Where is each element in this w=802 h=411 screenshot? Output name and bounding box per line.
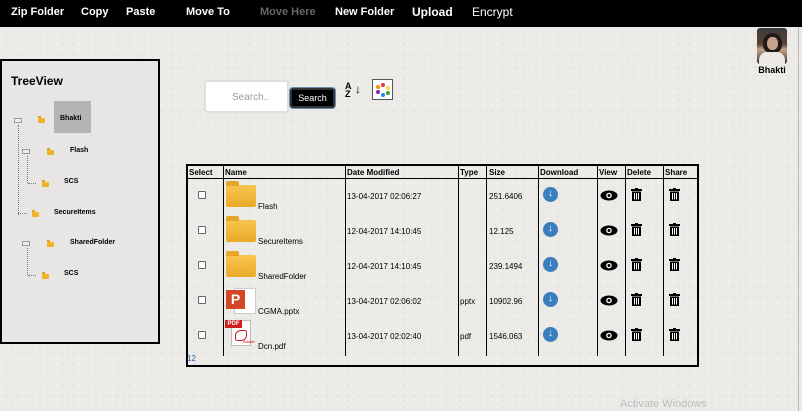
file-size: 12.125 — [489, 227, 514, 236]
copy-button[interactable]: Copy — [81, 6, 109, 18]
file-table: Select Name Date Modified Type Size Down… — [186, 164, 699, 367]
folder-icon — [32, 210, 39, 217]
tree-view-title: TreeView — [11, 74, 63, 88]
header-delete: Delete — [627, 168, 652, 177]
row-checkbox[interactable] — [198, 331, 206, 339]
table-row[interactable]: P CGMA.pptx 13-04-2017 02:06:02 pptx 109… — [188, 284, 697, 319]
share-trash-icon[interactable] — [669, 188, 680, 201]
sort-az-icon[interactable]: AZ ↓ — [345, 82, 361, 99]
table-row[interactable]: SecureItems 12-04-2017 14:10:45 12.125 ↓ — [188, 214, 697, 249]
pptx-file-icon: P — [226, 286, 256, 314]
folder-icon — [47, 240, 54, 247]
share-trash-icon[interactable] — [669, 223, 680, 236]
tree-line — [28, 183, 36, 184]
file-name[interactable]: SharedFolder — [258, 272, 306, 281]
file-size: 239.1494 — [489, 262, 523, 271]
user-name: Bhakti — [758, 65, 786, 75]
tree-line — [28, 275, 36, 276]
tree-line — [27, 156, 28, 183]
encrypt-button[interactable]: Encrypt — [472, 5, 513, 19]
tree-view-panel: TreeView Bhakti Flash SCS SecureItems Sh… — [0, 59, 160, 344]
date-modified: 13-04-2017 02:06:27 — [347, 192, 422, 201]
file-size: 10902.96 — [489, 297, 523, 306]
move-here-button[interactable]: Move Here — [260, 6, 316, 18]
tree-toggle-icon[interactable] — [14, 118, 22, 123]
download-icon[interactable]: ↓ — [543, 222, 558, 237]
download-icon[interactable]: ↓ — [543, 187, 558, 202]
row-checkbox[interactable] — [198, 191, 206, 199]
download-icon[interactable]: ↓ — [543, 327, 558, 342]
header-type[interactable]: Type — [460, 168, 478, 177]
eye-icon[interactable] — [600, 330, 618, 341]
trash-icon[interactable] — [631, 223, 642, 236]
tree-toggle-icon[interactable] — [22, 241, 30, 246]
download-icon[interactable]: ↓ — [543, 292, 558, 307]
file-size: 1546.063 — [489, 332, 523, 341]
share-app-icon[interactable] — [372, 79, 393, 100]
header-share: Share — [665, 168, 688, 177]
folder-icon — [42, 180, 49, 187]
avatar — [757, 28, 787, 64]
trash-icon[interactable] — [631, 293, 642, 306]
folder-icon — [226, 216, 256, 242]
download-icon[interactable]: ↓ — [543, 257, 558, 272]
upload-button[interactable]: Upload — [412, 5, 453, 19]
eye-icon[interactable] — [600, 225, 618, 236]
date-modified: 12-04-2017 14:10:45 — [347, 227, 422, 236]
scrollbar-edge — [798, 27, 799, 411]
search-input[interactable]: Search.. — [205, 81, 288, 112]
folder-icon — [38, 116, 45, 123]
zip-folder-button[interactable]: Zip Folder — [11, 6, 64, 18]
table-row[interactable]: SharedFolder 12-04-2017 14:10:45 239.149… — [188, 249, 697, 284]
tree-line — [18, 213, 27, 214]
paste-button[interactable]: Paste — [126, 6, 155, 18]
trash-icon[interactable] — [631, 328, 642, 341]
trash-icon[interactable] — [631, 188, 642, 201]
user-profile[interactable]: Bhakti — [752, 28, 792, 75]
header-select: Select — [189, 168, 213, 177]
row-checkbox[interactable] — [198, 226, 206, 234]
folder-icon — [42, 272, 49, 279]
tree-line — [27, 248, 28, 275]
share-trash-icon[interactable] — [669, 328, 680, 341]
date-modified: 12-04-2017 14:10:45 — [347, 262, 422, 271]
file-name[interactable]: CGMA.pptx — [258, 307, 299, 316]
folder-icon — [47, 148, 54, 155]
row-checkbox[interactable] — [198, 261, 206, 269]
trash-icon[interactable] — [631, 258, 642, 271]
header-download: Download — [540, 168, 579, 177]
header-view: View — [599, 168, 618, 177]
date-modified: 13-04-2017 02:06:02 — [347, 297, 422, 306]
header-date-modified[interactable]: Date Modified — [347, 168, 399, 177]
new-folder-button[interactable]: New Folder — [335, 6, 394, 18]
file-type: pptx — [460, 297, 476, 306]
file-type: pdf — [460, 332, 472, 341]
file-name[interactable]: Dcn.pdf — [258, 342, 286, 351]
pdf-file-icon: PDF Adobe — [225, 320, 257, 350]
date-modified: 13-04-2017 02:02:40 — [347, 332, 422, 341]
tree-toggle-icon[interactable] — [22, 149, 30, 154]
table-row[interactable]: PDF Adobe Dcn.pdf 13-04-2017 02:02:40 pd… — [188, 319, 697, 354]
file-size: 251.6406 — [489, 192, 523, 201]
activation-watermark: Activate Windows — [620, 398, 707, 410]
row-checkbox[interactable] — [198, 296, 206, 304]
search-button[interactable]: Search — [290, 88, 335, 108]
tree-line — [18, 125, 19, 215]
move-to-button[interactable]: Move To — [186, 6, 230, 18]
folder-icon — [226, 251, 256, 277]
file-name[interactable]: SecureItems — [258, 237, 303, 246]
folder-icon — [226, 181, 256, 207]
share-trash-icon[interactable] — [669, 258, 680, 271]
top-toolbar: Zip Folder Copy Paste Move To Move Here … — [0, 0, 802, 27]
file-name[interactable]: Flash — [258, 202, 278, 211]
header-name[interactable]: Name — [225, 168, 247, 177]
share-trash-icon[interactable] — [669, 293, 680, 306]
eye-icon[interactable] — [600, 190, 618, 201]
eye-icon[interactable] — [600, 260, 618, 271]
header-size[interactable]: Size — [489, 168, 505, 177]
eye-icon[interactable] — [600, 295, 618, 306]
pager-link[interactable]: 12 — [187, 354, 196, 363]
table-row[interactable]: Flash 13-04-2017 02:06:27 251.6406 ↓ — [188, 179, 697, 214]
